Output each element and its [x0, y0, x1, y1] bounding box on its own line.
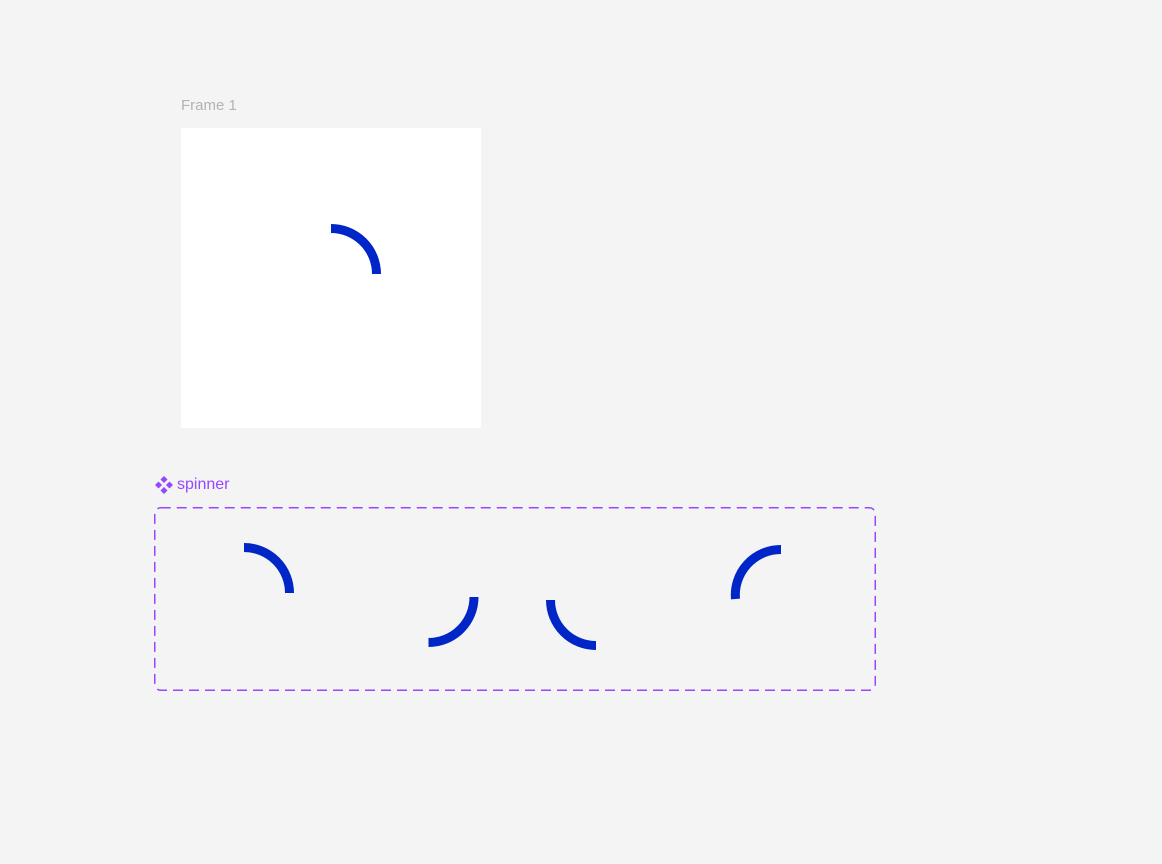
spinner-variant-1[interactable] — [243, 543, 300, 599]
component-diamond-icon — [155, 476, 173, 494]
spinner-arc-frame — [330, 224, 381, 275]
spinner-variant-2[interactable] — [424, 596, 480, 653]
spinner-variant-3[interactable] — [546, 599, 606, 656]
frame-1[interactable] — [181, 128, 481, 428]
component-set-spinner[interactable] — [154, 507, 876, 691]
spinner-variant-4[interactable] — [730, 544, 787, 601]
component-set-label[interactable]: spinner — [155, 476, 229, 494]
component-set-name: spinner — [177, 476, 230, 493]
frame-label[interactable]: Frame 1 — [181, 97, 237, 114]
spinner-arc-path — [330, 224, 381, 275]
